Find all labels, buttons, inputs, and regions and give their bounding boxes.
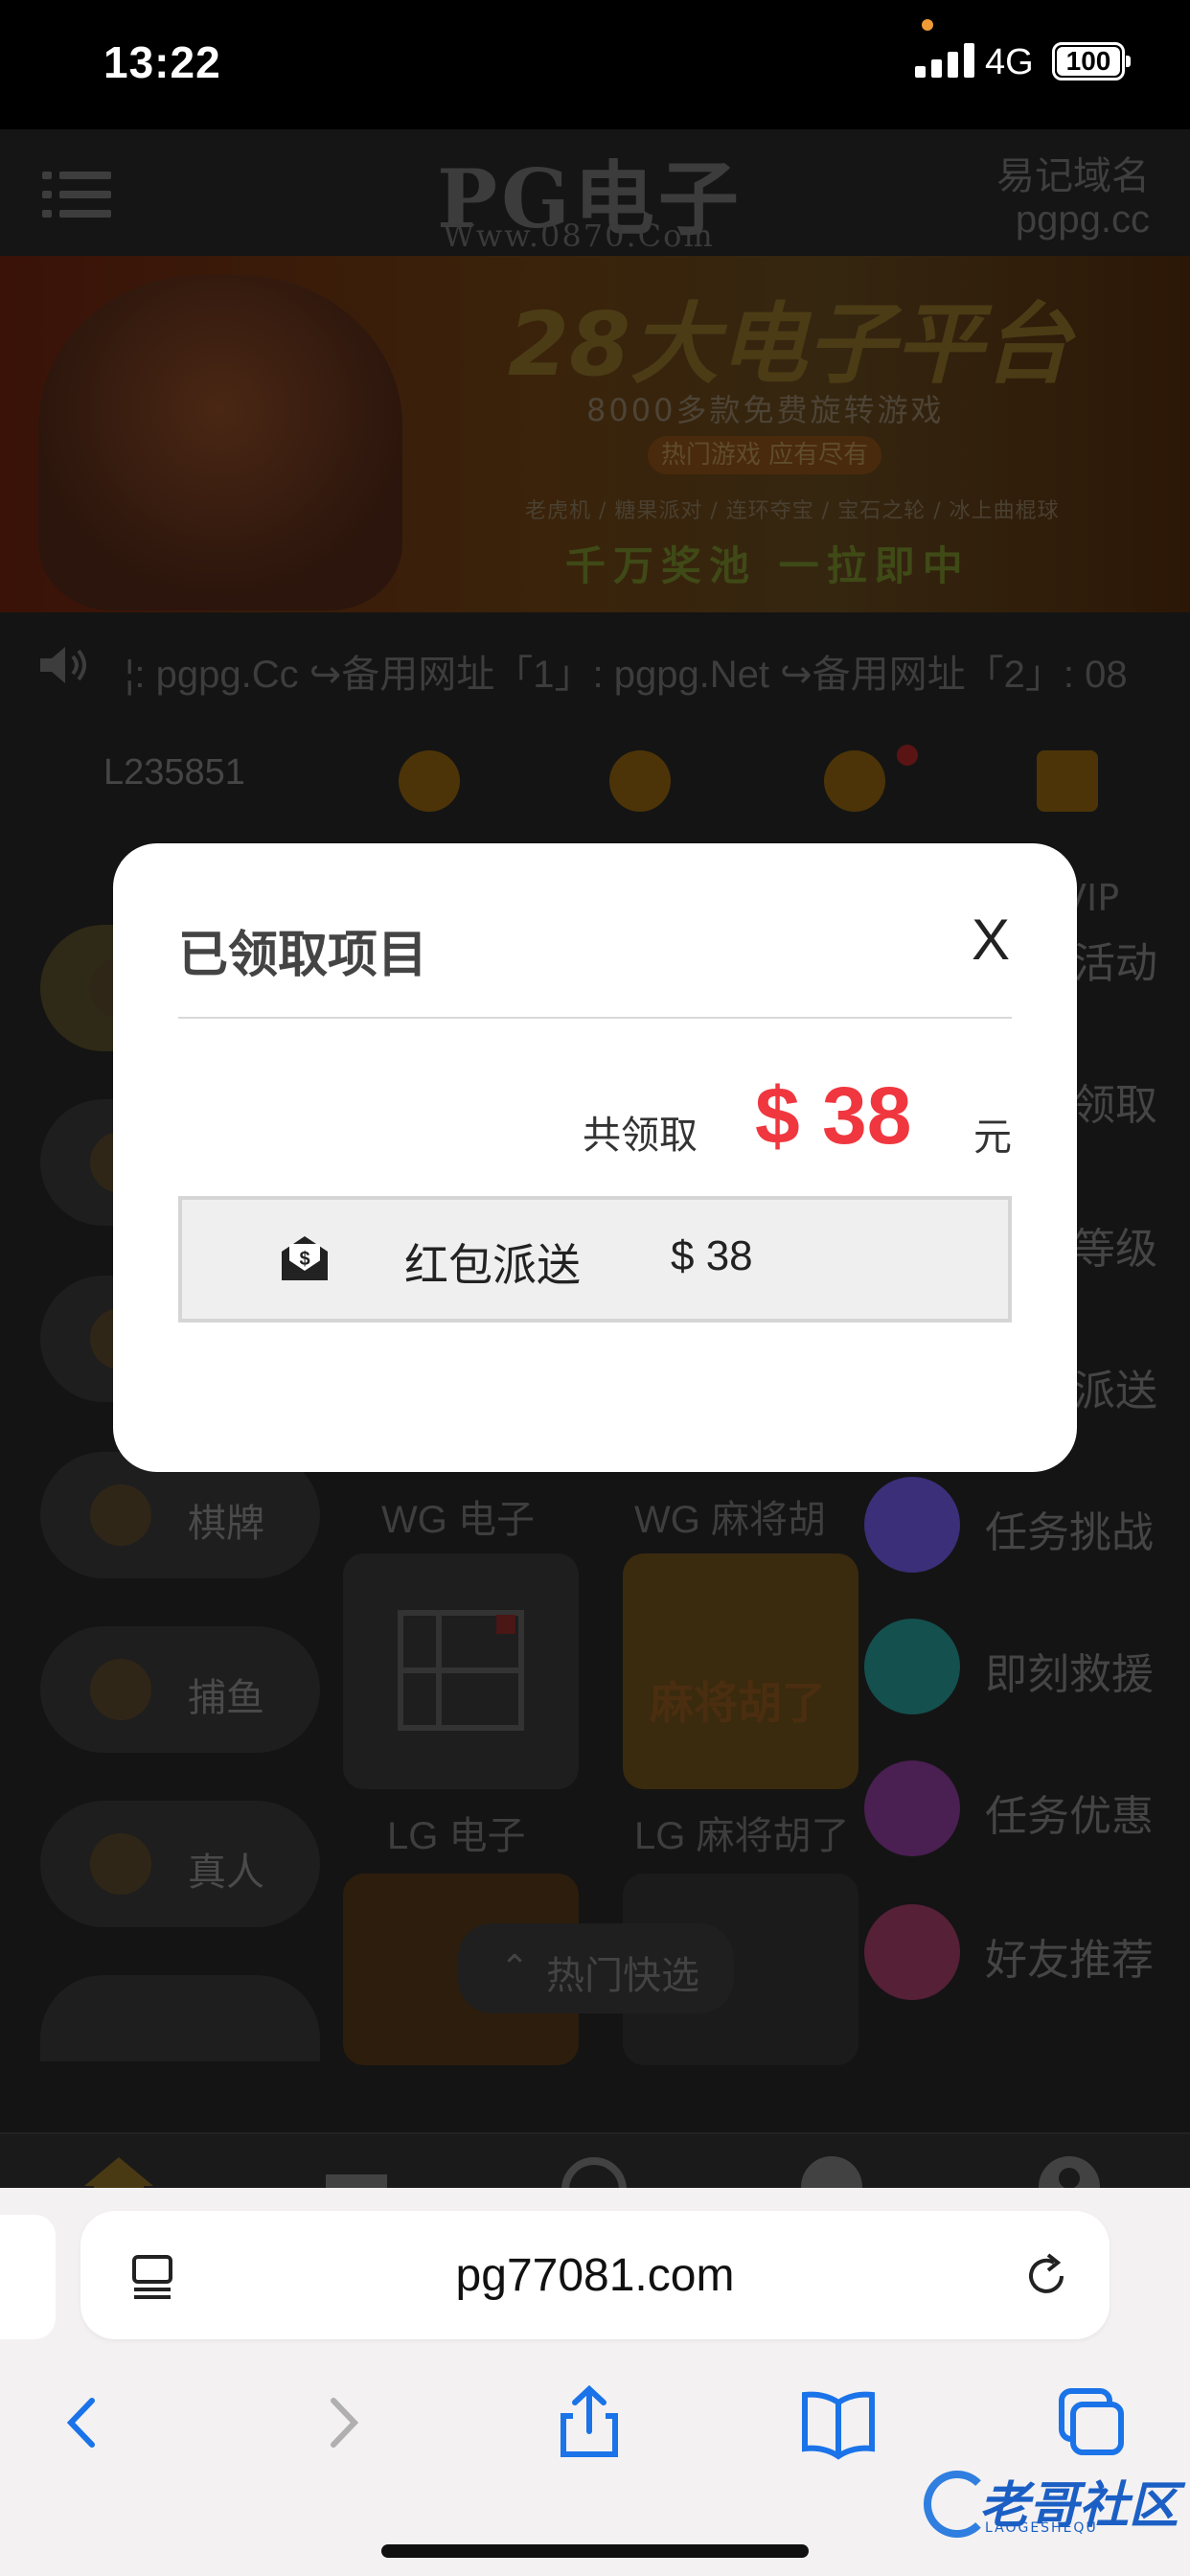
fish-icon xyxy=(90,1659,151,1720)
moneybag-icon[interactable] xyxy=(816,743,893,829)
profile-icon xyxy=(1039,2156,1100,2188)
gift-icon xyxy=(326,2174,387,2188)
chevron-up-icon: ⌃ xyxy=(500,1948,530,1988)
deposit-icon[interactable] xyxy=(391,743,468,829)
category-label: 真人 xyxy=(188,1851,264,1895)
back-icon[interactable] xyxy=(42,2380,128,2466)
total-claimed-label: 共领取 xyxy=(583,1114,698,1158)
network-type: 4G xyxy=(985,42,1034,82)
speaker-icon xyxy=(40,647,86,683)
total-claimed-unit: 元 xyxy=(973,1116,1012,1160)
marquee-text: ¦: pgpg.Cc ↪备用网址「1」: pgpg.Net ↪备用网址「2」: … xyxy=(125,654,1128,696)
game-tile-lg-mahjong[interactable]: 麻将胡了 xyxy=(623,1553,858,1789)
svg-text:$: $ xyxy=(299,1249,309,1270)
lg-logo-icon xyxy=(398,1610,524,1731)
tab-profile[interactable]: 我的 xyxy=(1002,2153,1136,2188)
right-menu-task-challenge[interactable]: 任务挑战 xyxy=(860,1465,1190,1580)
banner-subtitle: 8000多款免费旋转游戏 xyxy=(586,392,945,428)
medkit-icon xyxy=(864,1619,960,1714)
withdraw-icon[interactable] xyxy=(602,743,678,829)
right-menu-referral[interactable]: 好友推荐 xyxy=(860,1893,1190,2008)
tab-support[interactable]: 客服 xyxy=(527,2153,661,2188)
tab-home[interactable]: 首页 xyxy=(52,2153,186,2188)
bookmarks-icon[interactable] xyxy=(795,2380,881,2466)
banner-games: 老虎机 / 糖果派对 / 连环夺宝 / 宝石之轮 / 冰上曲棍球 xyxy=(525,499,1060,523)
game-tile-lg-slots[interactable] xyxy=(343,1553,579,1789)
total-claimed-amount: $ 38 xyxy=(755,1070,912,1161)
tab-promote[interactable]: 推广 xyxy=(765,2153,899,2188)
category-pill-fishing[interactable]: 捕鱼 xyxy=(40,1626,320,1753)
promo-banner[interactable]: 28大电子平台 8000多款免费旋转游戏 热门游戏 应有尽有 老虎机 / 糖果派… xyxy=(0,256,1190,612)
signal-icon xyxy=(915,43,976,78)
menu-icon[interactable] xyxy=(42,168,111,221)
category-pill-live[interactable]: 真人 xyxy=(40,1801,320,1927)
group-icon xyxy=(864,1904,960,2000)
previous-tab-edge[interactable] xyxy=(0,2215,56,2339)
category-label: 棋牌 xyxy=(188,1502,264,1546)
dollar-badge-icon xyxy=(801,2156,862,2188)
banner-jackpot: 千万奖池 一拉即中 xyxy=(565,542,971,589)
domain-note-url: pgpg.cc xyxy=(1015,198,1150,241)
battery-level: 100 xyxy=(1057,47,1120,76)
crown-icon[interactable] xyxy=(1029,743,1106,829)
record-name: 红包派送 xyxy=(404,1239,581,1291)
claimed-record-row: $ 红包派送 $ 38 xyxy=(178,1196,1012,1322)
record-amount: $ 38 xyxy=(671,1232,753,1279)
privacy-indicator-dot xyxy=(922,19,933,31)
bottom-tabbar: 首页 优惠 客服 推广 我的 xyxy=(0,2132,1190,2188)
game-label: WG 麻将胡 xyxy=(634,1499,826,1541)
status-time: 13:22 xyxy=(103,37,221,87)
modal-close-button[interactable]: X xyxy=(972,907,1010,973)
share-icon[interactable] xyxy=(546,2380,632,2466)
game-label: LG 电子 xyxy=(387,1815,526,1857)
chess-pawn-icon xyxy=(90,1484,151,1546)
home-indicator[interactable] xyxy=(381,2544,809,2558)
reload-icon[interactable] xyxy=(1019,2249,1073,2303)
hot-quick-select-button[interactable]: ⌃ 热门快选 xyxy=(458,1923,734,2013)
right-menu-rescue[interactable]: 即刻救援 xyxy=(860,1607,1190,1722)
modal-divider xyxy=(178,1017,1012,1019)
headset-icon xyxy=(561,2157,627,2188)
address-bar[interactable]: pg77081.com xyxy=(80,2211,1110,2339)
modal-title: 已领取项目 xyxy=(178,927,428,984)
domain-note-title: 易记域名 xyxy=(996,154,1150,198)
grid-icon xyxy=(864,1477,960,1573)
tabs-icon[interactable] xyxy=(1046,2380,1133,2466)
banner-pill: 热门游戏 应有尽有 xyxy=(648,436,881,474)
banner-title: 28大电子平台 xyxy=(508,293,1072,396)
pirate-character-image xyxy=(38,275,402,610)
claimed-items-modal: 已领取项目 X 共领取 $ 38 元 $ 红包派送 $ 38 xyxy=(113,843,1077,1472)
status-bar: 13:22 4G 100 xyxy=(0,0,1190,129)
forward-icon[interactable] xyxy=(297,2380,383,2466)
right-menu-task-offer[interactable]: 任务优惠 xyxy=(860,1749,1190,1864)
red-envelope-icon: $ xyxy=(282,1236,328,1280)
battery-icon: 100 xyxy=(1052,42,1131,80)
site-header: PG电子 Www.0870.Com 易记域名 pgpg.cc xyxy=(0,129,1190,254)
notification-dot xyxy=(897,745,918,766)
category-pill-more[interactable] xyxy=(40,1975,320,2061)
mahjong-tile-text: 麻将胡了 xyxy=(650,1677,826,1729)
announcement-marquee[interactable]: ¦: pgpg.Cc ↪备用网址「1」: pgpg.Net ↪备用网址「2」: … xyxy=(0,632,1190,699)
category-label: 捕鱼 xyxy=(188,1676,264,1720)
tab-offers[interactable]: 优惠 xyxy=(289,2153,423,2188)
home-icon xyxy=(84,2157,153,2188)
logo-url: Www.0870.Com xyxy=(443,218,715,254)
url-text[interactable]: pg77081.com xyxy=(80,2249,1110,2302)
game-label: WG 电子 xyxy=(381,1499,535,1541)
roulette-icon xyxy=(90,1833,151,1895)
game-label: LG 麻将胡了 xyxy=(634,1815,850,1857)
checklist-icon xyxy=(864,1760,960,1856)
watermark-logo: 老哥社区 LAOGESHEQU xyxy=(924,2461,1179,2545)
user-id: L235851 xyxy=(103,752,245,793)
